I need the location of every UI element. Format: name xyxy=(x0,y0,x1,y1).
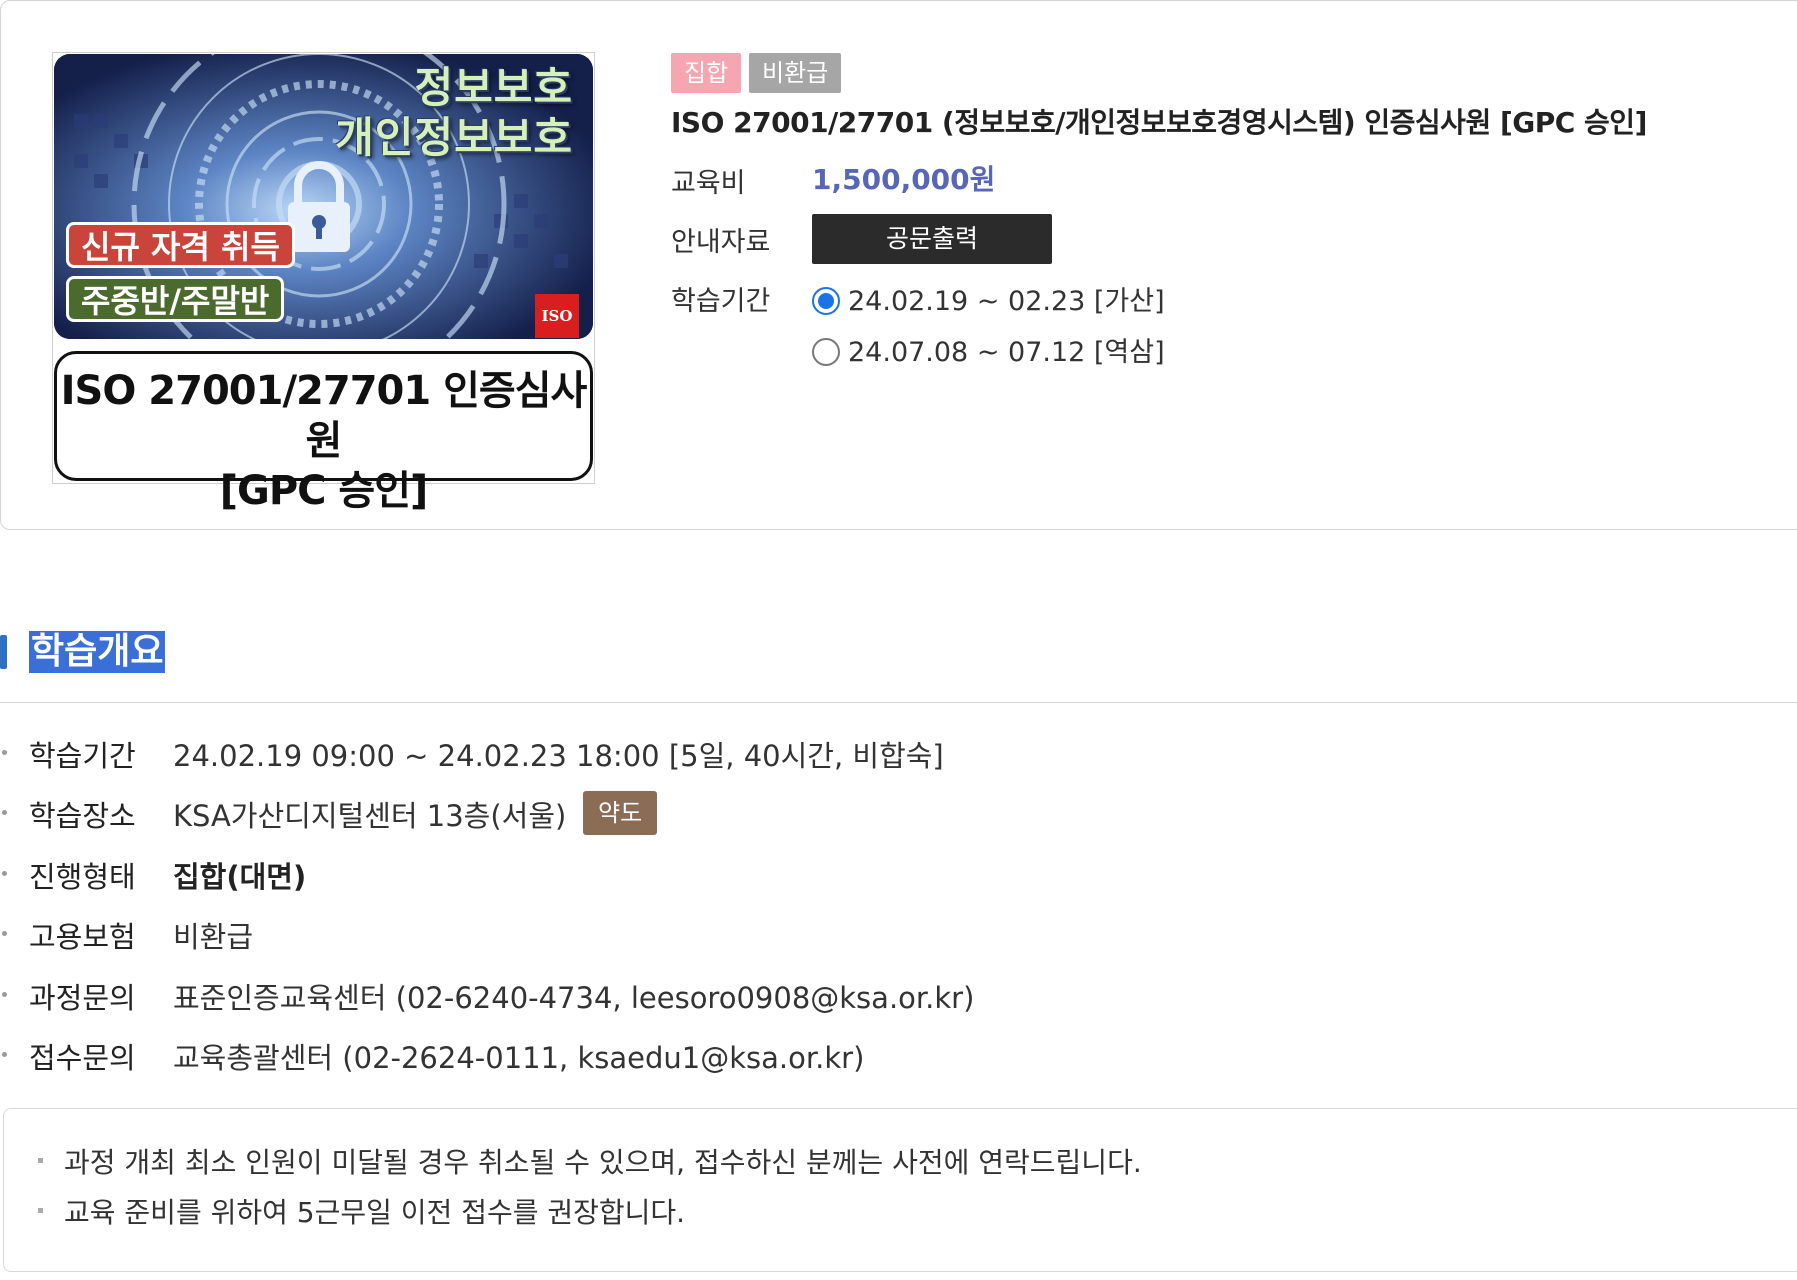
bullet-icon xyxy=(2,1052,7,1057)
section-title: 학습개요 xyxy=(29,631,166,673)
badge-group-training: 집합 xyxy=(671,53,742,93)
thumbnail-caption-line2: [GPC 승인] xyxy=(219,468,429,514)
radio-selected-icon[interactable] xyxy=(812,286,840,315)
bullet-icon xyxy=(2,871,7,876)
period-option-1[interactable]: 24.02.19 ~ 02.23 [가산] xyxy=(812,279,1165,317)
fee-label: 교육비 xyxy=(671,168,746,199)
info-key: 고용보험 xyxy=(29,920,136,954)
fee-value: 1,500,000원 xyxy=(812,163,996,196)
info-key: 과정문의 xyxy=(29,981,136,1015)
section-divider xyxy=(0,702,1797,703)
course-summary-card: 정보보호 개인정보보호 신규 자격 취득 주중반/주말반 ISO ISO 270… xyxy=(0,0,1797,530)
bullet-icon xyxy=(2,931,7,936)
iso-logo: ISO xyxy=(535,294,579,338)
bullet-icon xyxy=(2,810,7,815)
map-button[interactable]: 약도 xyxy=(583,791,658,835)
info-value: 교육총괄센터 (02-2624-0111, ksaedu1@ksa.or.kr) xyxy=(173,1041,865,1075)
info-value: 24.02.19 09:00 ~ 24.02.23 18:00 [5일, 40시… xyxy=(173,739,944,773)
thumbnail-caption: ISO 27001/27701 인증심사원 [GPC 승인] xyxy=(54,351,593,514)
badge-non-refundable: 비환급 xyxy=(749,53,842,93)
info-value: 비환급 xyxy=(173,920,254,954)
thumbnail-heading-1: 정보보호 xyxy=(414,63,573,112)
print-document-button[interactable]: 공문출력 xyxy=(812,214,1052,264)
section-accent-bar xyxy=(0,635,7,669)
bullet-icon xyxy=(2,992,7,997)
info-value: 표준인증교육센터 (02-6240-4734, leesoro0908@ksa.… xyxy=(173,981,975,1015)
period-label: 학습기간 xyxy=(671,286,771,317)
course-thumbnail: 정보보호 개인정보보호 신규 자격 취득 주중반/주말반 ISO ISO 270… xyxy=(52,52,595,514)
thumbnail-heading-2: 개인정보보호 xyxy=(335,113,573,162)
period-option-2[interactable]: 24.07.08 ~ 07.12 [역삼] xyxy=(812,330,1165,368)
info-value: 집합(대면) xyxy=(173,860,307,894)
schedule-pill: 주중반/주말반 xyxy=(66,276,285,322)
period-option-2-label: 24.07.08 ~ 07.12 [역삼] xyxy=(848,337,1165,368)
thumbnail-artwork: 정보보호 개인정보보호 신규 자격 취득 주중반/주말반 ISO xyxy=(54,54,593,339)
bullet-icon xyxy=(2,750,7,755)
info-key: 학습기간 xyxy=(29,739,136,773)
bullet-icon xyxy=(38,1208,43,1213)
course-title: ISO 27001/27701 (정보보호/개인정보보호경영시스템) 인증심사원… xyxy=(671,106,1647,139)
guide-label: 안내자료 xyxy=(671,227,771,258)
new-certification-pill: 신규 자격 취득 xyxy=(66,222,295,268)
radio-unselected-icon[interactable] xyxy=(812,337,840,366)
info-key: 접수문의 xyxy=(29,1041,136,1075)
info-key: 학습장소 xyxy=(29,799,136,833)
period-option-1-label: 24.02.19 ~ 02.23 [가산] xyxy=(848,286,1165,317)
info-key: 진행형태 xyxy=(29,860,136,894)
info-value: KSA가산디지털센터 13층(서울) xyxy=(173,799,567,833)
bullet-icon xyxy=(38,1158,43,1163)
thumbnail-caption-line1: ISO 27001/27701 인증심사원 xyxy=(60,368,588,464)
notice-item: 교육 준비를 위하여 5근무일 이전 접수를 권장합니다. xyxy=(64,1196,686,1229)
notice-item: 과정 개최 최소 인원이 미달될 경우 취소될 수 있으며, 접수하신 분께는 … xyxy=(64,1146,1142,1179)
notice-box: 과정 개최 최소 인원이 미달될 경우 취소될 수 있으며, 접수하신 분께는 … xyxy=(3,1108,1797,1272)
